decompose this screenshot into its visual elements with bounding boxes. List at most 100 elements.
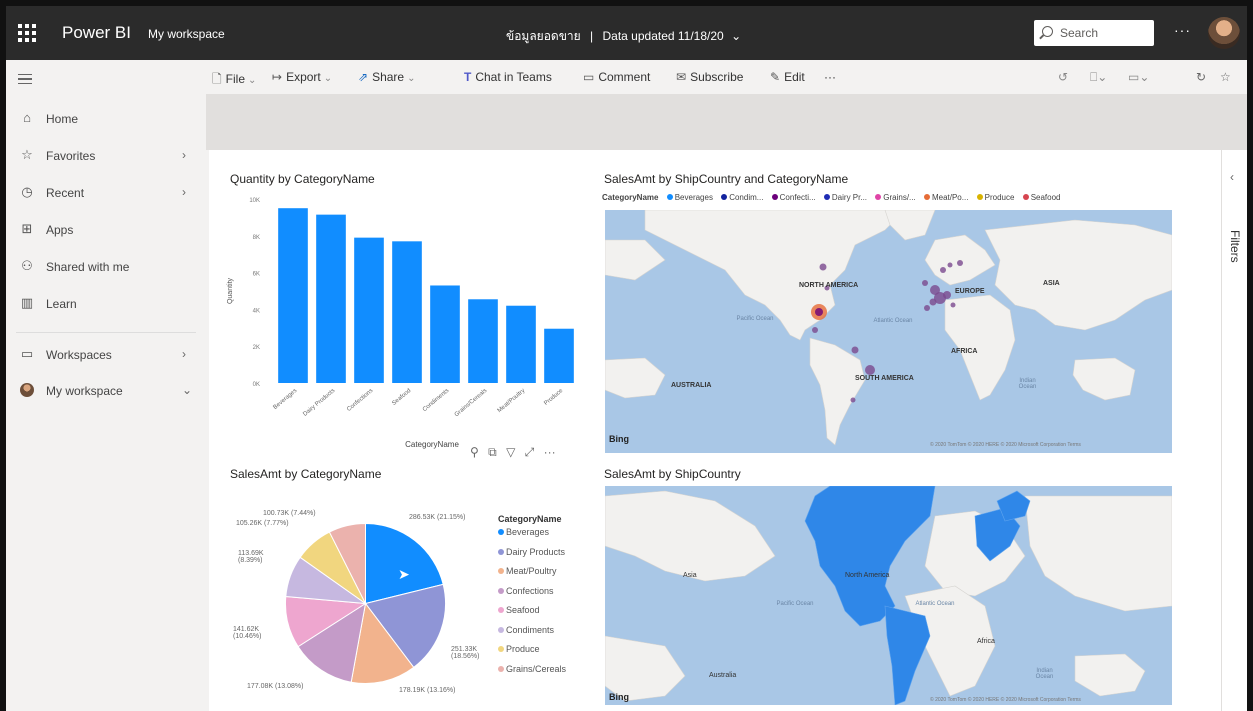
sidebar-item-favorites[interactable]: ☆ Favorites ›: [6, 139, 206, 173]
export-menu[interactable]: ↦ Export ⌄: [272, 70, 332, 84]
legend-item[interactable]: Condim...: [715, 193, 763, 202]
sales-pie-chart[interactable]: [284, 522, 447, 685]
legend-item[interactable]: Dairy Pr...: [818, 193, 867, 202]
edit-label: Edit: [784, 70, 805, 84]
top-bar: Power BI My workspace ข้อมูลยอดขาย | Dat…: [6, 6, 1247, 60]
map1-visual[interactable]: NORTH AMERICA EUROPE ASIA AFRICA SOUTH A…: [605, 210, 1172, 453]
legend-item[interactable]: Grains/...: [869, 193, 916, 202]
view-icon[interactable]: ▭⌄: [1128, 70, 1149, 84]
brand-name[interactable]: Power BI: [62, 23, 131, 43]
subscribe-button[interactable]: ✉ Subscribe: [676, 70, 743, 84]
sidebar-item-learn[interactable]: ▥ Learn: [6, 287, 206, 321]
workspace-link[interactable]: My workspace: [148, 27, 225, 41]
chevron-right-icon: ›: [182, 185, 186, 199]
bar[interactable]: [506, 305, 536, 383]
search-input[interactable]: Search: [1034, 20, 1154, 46]
sidebar-item-label: Recent: [46, 186, 85, 200]
sidebar-item-shared[interactable]: ⚇ Shared with me: [6, 250, 206, 284]
toolbar-more-button[interactable]: ···: [824, 70, 836, 84]
sidebar-item-my-workspace[interactable]: My workspace ⌄: [6, 374, 206, 408]
map2-label-pacific: Pacific Ocean: [776, 601, 814, 607]
legend-item[interactable]: Meat/Poultry: [498, 566, 566, 586]
bar[interactable]: [316, 214, 346, 383]
map2-label-indian: Indian Ocean: [1035, 668, 1054, 680]
visual-header-icons: ⚲ ⧉ ▽ ⤢ ···: [470, 445, 556, 460]
y-tick-label: 0K: [253, 382, 260, 388]
legend-item[interactable]: Produce: [971, 193, 1014, 202]
file-menu[interactable]: 🗋 File ⌄: [212, 70, 256, 91]
legend-item[interactable]: Beverages: [498, 527, 566, 547]
report-toolbar: 🗋 File ⌄ ↦ Export ⌄ ⇗ Share ⌄ T Chat in Teams ▭…: [206, 60, 1247, 94]
legend-item[interactable]: Condiments: [498, 625, 566, 645]
map-copyright[interactable]: © 2020 TomTom © 2020 HERE © 2020 Microso…: [930, 697, 1081, 703]
edit-button[interactable]: ✎ Edit: [770, 70, 805, 84]
file-icon: 🗋: [212, 72, 222, 86]
legend-item[interactable]: Confections: [498, 586, 566, 606]
map1-title: SalesAmt by ShipCountry and CategoryName: [604, 172, 849, 186]
refresh-icon[interactable]: ↻: [1196, 70, 1206, 84]
visual-more-icon[interactable]: ···: [544, 445, 556, 459]
apps-icon: ⊞: [21, 221, 33, 236]
legend-item[interactable]: Beverages: [661, 193, 713, 202]
legend-item[interactable]: Meat/Po...: [918, 193, 968, 202]
filters-label: Filters: [1228, 230, 1242, 263]
chat-in-teams-button[interactable]: T Chat in Teams: [464, 70, 552, 84]
sidebar-item-apps[interactable]: ⊞ Apps: [6, 213, 206, 247]
favorite-star-icon[interactable]: ☆: [1220, 70, 1231, 84]
chevron-down-icon: ⌄: [248, 75, 257, 86]
bar[interactable]: [392, 241, 422, 383]
comment-button[interactable]: ▭ Comment: [583, 70, 650, 84]
share-menu[interactable]: ⇗ Share ⌄: [358, 70, 415, 84]
focus-mode-icon[interactable]: ⤢: [525, 445, 535, 459]
bar[interactable]: [544, 328, 574, 383]
filters-pane[interactable]: ‹ Filters: [1221, 150, 1247, 711]
legend-item[interactable]: Produce: [498, 644, 566, 664]
map-label-atlantic: Atlantic Ocean: [873, 318, 913, 324]
app-launcher-icon[interactable]: [16, 22, 38, 44]
legend-item[interactable]: Dairy Products: [498, 547, 566, 567]
map-label-indian: Indian Ocean: [1018, 378, 1037, 390]
map-copyright[interactable]: © 2020 TomTom © 2020 HERE © 2020 Microso…: [930, 442, 1081, 448]
legend-item[interactable]: Seafood: [1017, 193, 1061, 202]
map2-visual[interactable]: Asia North America Pacific Ocean Atlanti…: [605, 486, 1172, 705]
legend-item[interactable]: Grains/Cereals: [498, 664, 566, 684]
bar[interactable]: [354, 237, 384, 383]
report-title-menu[interactable]: ข้อมูลยอดขาย | Data updated 11/18/20 ⌄: [506, 27, 741, 46]
bookmark-icon[interactable]: ⎕⌄: [1090, 70, 1107, 85]
file-label: File: [225, 72, 245, 86]
map2-label-asia: Asia: [683, 572, 697, 579]
reset-icon[interactable]: ↺: [1058, 70, 1068, 84]
bing-logo: Bing: [609, 692, 629, 702]
teams-icon: T: [464, 70, 472, 84]
x-tick-label: Confections: [346, 388, 374, 413]
copy-icon[interactable]: ⧉: [488, 445, 497, 459]
sidebar-item-label: Apps: [46, 223, 74, 237]
sidebar-item-home[interactable]: ⌂ Home: [6, 102, 206, 136]
bar[interactable]: [278, 208, 308, 383]
more-options-button[interactable]: ···: [1174, 22, 1191, 38]
y-tick-label: 4K: [253, 308, 260, 314]
sidebar-item-label: Home: [46, 112, 79, 126]
x-tick-label: Condiments: [422, 388, 450, 413]
report-title: ข้อมูลยอดขาย: [506, 29, 581, 43]
chevron-left-icon[interactable]: ‹: [1230, 170, 1234, 184]
sidebar-item-recent[interactable]: ◷ Recent ›: [6, 176, 206, 210]
pin-icon[interactable]: ⚲: [470, 445, 479, 459]
y-tick-label: 2K: [253, 345, 260, 351]
report-header-band: [206, 94, 1247, 150]
bar[interactable]: [430, 285, 460, 383]
export-icon: ↦: [272, 70, 283, 84]
hamburger-menu-icon[interactable]: [18, 74, 32, 84]
user-avatar[interactable]: [1208, 17, 1240, 49]
pie-data-label: 113.69K (8.39%): [238, 550, 264, 564]
filter-icon[interactable]: ▽: [506, 445, 515, 459]
bar[interactable]: [468, 299, 498, 383]
quantity-bar-chart[interactable]: 0K 2K 4K 6K 8K 10K Quantity Beverages Dairy Prod…: [222, 185, 582, 450]
sidebar-item-workspaces[interactable]: ▭ Workspaces ›: [6, 338, 206, 372]
search-icon: [1042, 26, 1053, 37]
pie-legend-title: CategoryName: [498, 514, 562, 524]
legend-item[interactable]: Confecti...: [766, 193, 816, 202]
legend-item[interactable]: Seafood: [498, 605, 566, 625]
data-updated-text: Data updated 11/18/20: [602, 29, 724, 43]
pie-data-label: 286.53K (21.15%): [409, 514, 466, 521]
